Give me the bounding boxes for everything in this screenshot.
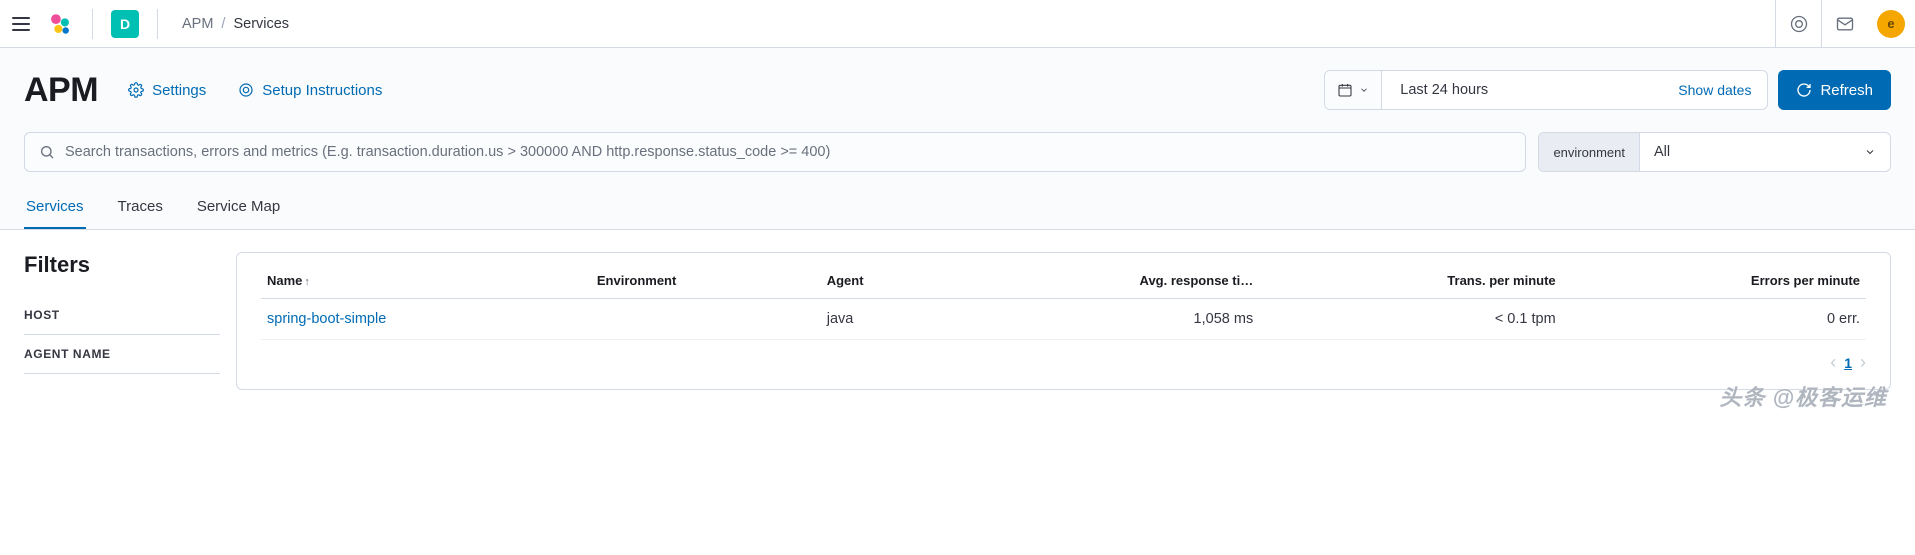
table-row: spring-boot-simple java 1,058 ms < 0.1 t… bbox=[261, 299, 1866, 340]
environment-value: All bbox=[1654, 144, 1670, 160]
page-header: APM Settings Setup Instructions Last 24 … bbox=[0, 48, 1915, 184]
search-icon bbox=[39, 144, 55, 160]
settings-label: Settings bbox=[152, 82, 206, 99]
cell-epm: 0 err. bbox=[1562, 299, 1866, 340]
gear-icon bbox=[128, 82, 144, 98]
filter-agent-name[interactable]: AGENT NAME bbox=[24, 335, 220, 374]
refresh-label: Refresh bbox=[1820, 82, 1873, 99]
setup-icon bbox=[238, 82, 254, 98]
cell-avg-response: 1,058 ms bbox=[943, 299, 1259, 340]
page-number[interactable]: 1 bbox=[1844, 355, 1852, 371]
setup-instructions-link[interactable]: Setup Instructions bbox=[238, 82, 382, 99]
next-page-button[interactable]: › bbox=[1860, 352, 1866, 373]
chevron-down-icon bbox=[1359, 85, 1369, 95]
tab-services[interactable]: Services bbox=[24, 184, 86, 229]
cell-environment bbox=[591, 299, 821, 340]
service-link[interactable]: spring-boot-simple bbox=[267, 311, 386, 327]
prev-page-button[interactable]: ‹ bbox=[1830, 352, 1836, 373]
breadcrumb-services: Services bbox=[233, 16, 289, 32]
space-selector[interactable]: D bbox=[111, 10, 139, 38]
search-bar[interactable] bbox=[24, 132, 1526, 172]
col-agent[interactable]: Agent bbox=[821, 261, 944, 299]
newsfeed-button[interactable] bbox=[1775, 0, 1821, 48]
col-environment[interactable]: Environment bbox=[591, 261, 821, 299]
environment-filter: environment All bbox=[1538, 132, 1891, 172]
date-picker: Last 24 hours Show dates bbox=[1324, 70, 1768, 110]
col-epm[interactable]: Errors per minute bbox=[1562, 261, 1866, 299]
calendar-icon bbox=[1337, 82, 1353, 98]
col-tpm[interactable]: Trans. per minute bbox=[1259, 261, 1561, 299]
tab-bar: Services Traces Service Map bbox=[0, 184, 1915, 230]
show-dates-button[interactable]: Show dates bbox=[1662, 82, 1767, 98]
setup-instructions-label: Setup Instructions bbox=[262, 82, 382, 99]
search-input[interactable] bbox=[65, 144, 1511, 160]
sort-asc-icon: ↑ bbox=[304, 276, 310, 288]
date-quick-select-button[interactable] bbox=[1325, 71, 1382, 109]
services-panel: Name↑ Environment Agent Avg. response ti… bbox=[236, 252, 1891, 390]
tab-traces[interactable]: Traces bbox=[116, 184, 165, 229]
date-range-text[interactable]: Last 24 hours bbox=[1382, 82, 1662, 98]
settings-link[interactable]: Settings bbox=[128, 82, 206, 99]
tab-service-map[interactable]: Service Map bbox=[195, 184, 282, 229]
filters-sidebar: Filters HOST AGENT NAME bbox=[24, 252, 220, 390]
refresh-button[interactable]: Refresh bbox=[1778, 70, 1891, 110]
chevron-down-icon bbox=[1864, 146, 1876, 158]
user-avatar[interactable]: e bbox=[1877, 10, 1905, 38]
breadcrumb-apm[interactable]: APM bbox=[182, 16, 213, 32]
mail-button[interactable] bbox=[1821, 0, 1867, 48]
services-table: Name↑ Environment Agent Avg. response ti… bbox=[261, 261, 1866, 340]
page-title: APM bbox=[24, 71, 98, 110]
global-header: D APM / Services e bbox=[0, 0, 1915, 48]
nav-toggle-button[interactable] bbox=[10, 12, 34, 36]
col-avg-response[interactable]: Avg. response ti… bbox=[943, 261, 1259, 299]
elastic-logo[interactable] bbox=[46, 10, 74, 38]
pagination: ‹ 1 › bbox=[261, 340, 1866, 373]
refresh-icon bbox=[1796, 82, 1812, 98]
cell-tpm: < 0.1 tpm bbox=[1259, 299, 1561, 340]
filters-title: Filters bbox=[24, 252, 220, 278]
breadcrumb: APM / Services bbox=[182, 16, 289, 32]
filter-host[interactable]: HOST bbox=[24, 296, 220, 335]
environment-select[interactable]: All bbox=[1640, 133, 1890, 171]
separator bbox=[157, 9, 158, 39]
breadcrumb-separator: / bbox=[221, 16, 225, 32]
separator bbox=[92, 9, 93, 39]
page-body: Filters HOST AGENT NAME Name↑ Environmen… bbox=[0, 230, 1915, 412]
col-name[interactable]: Name↑ bbox=[261, 261, 591, 299]
cell-agent: java bbox=[821, 299, 944, 340]
environment-prepend-label: environment bbox=[1539, 133, 1640, 171]
